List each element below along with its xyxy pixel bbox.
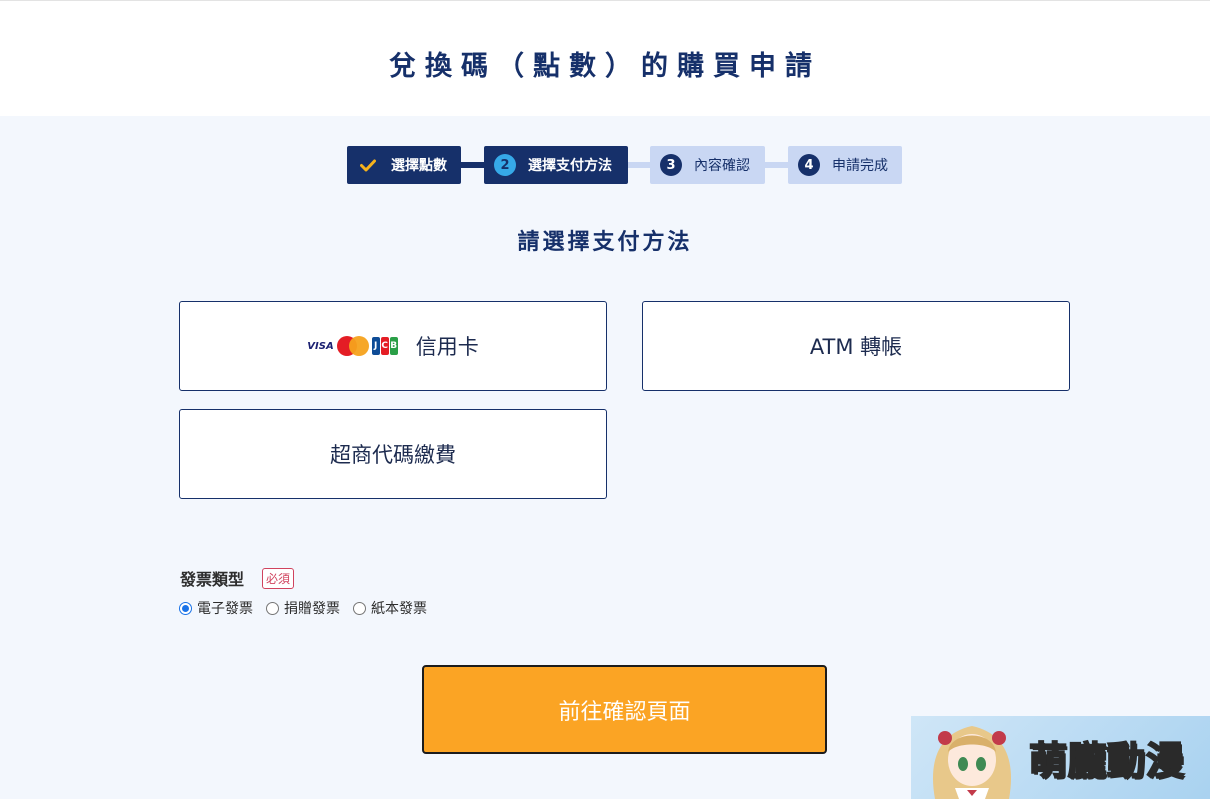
invoice-option-donation[interactable]: 捐贈發票 [266, 598, 340, 618]
step-confirm-content: 3 內容確認 [650, 146, 765, 184]
radio-button[interactable] [266, 601, 279, 615]
required-badge: 必須 [262, 567, 295, 589]
mastercard-logo-icon [336, 336, 369, 356]
checkmark-icon [357, 159, 379, 172]
step-label: 內容確認 [694, 158, 750, 174]
radio-label: 紙本發票 [371, 601, 427, 617]
payment-method-heading: 請選擇支付方法 [517, 230, 693, 255]
convenience-store-option-button[interactable]: 超商代碼繳費 [179, 409, 607, 499]
page-title: 兌換碼（點數）的購買申請 [389, 51, 821, 82]
step-select-points: 選擇點數 [347, 146, 461, 184]
progress-stepper: 選擇點數 2 選擇支付方法 3 內容確認 4 申請完成 [347, 146, 907, 184]
invoice-type-text: 發票類型 [180, 570, 245, 589]
convenience-store-label: 超商代碼繳費 [330, 443, 456, 467]
radio-label: 捐贈發票 [284, 601, 340, 617]
credit-card-label: 信用卡 [415, 335, 479, 359]
step-select-payment: 2 選擇支付方法 [484, 146, 628, 184]
step-number: 2 [494, 154, 516, 176]
radio-button[interactable] [179, 601, 192, 615]
jcb-logo-icon: JCB [371, 337, 398, 355]
credit-card-option-button[interactable]: VISA JCB 信用卡 [179, 301, 607, 391]
step-label: 選擇支付方法 [528, 158, 612, 174]
step-number: 3 [660, 154, 682, 176]
radio-label: 電子發票 [197, 601, 253, 617]
step-application-complete: 4 申請完成 [788, 146, 902, 184]
radio-button[interactable] [353, 601, 366, 615]
visa-logo-icon: VISA [307, 340, 334, 352]
invoice-type-label: 發票類型 必須 [180, 566, 295, 590]
invoice-option-paper[interactable]: 紙本發票 [353, 598, 427, 618]
go-to-confirm-button[interactable]: 前往確認頁面 [422, 665, 827, 754]
step-connector [461, 162, 484, 168]
atm-transfer-option-button[interactable]: ATM 轉帳 [642, 301, 1070, 391]
step-number: 4 [798, 154, 820, 176]
site-watermark: 萌朧動漫 [911, 716, 1210, 799]
invoice-type-radio-group: 電子發票 捐贈發票 紙本發票 [179, 598, 440, 618]
watermark-text: 萌朧動漫 [1028, 738, 1186, 784]
invoice-option-electronic[interactable]: 電子發票 [179, 598, 253, 618]
step-connector [765, 162, 788, 168]
atm-transfer-label: ATM 轉帳 [809, 335, 903, 359]
step-label: 申請完成 [832, 158, 888, 174]
step-label: 選擇點數 [391, 158, 447, 174]
card-logos: VISA JCB [307, 336, 398, 356]
anime-girl-icon [932, 726, 1012, 799]
step-connector [628, 162, 650, 168]
